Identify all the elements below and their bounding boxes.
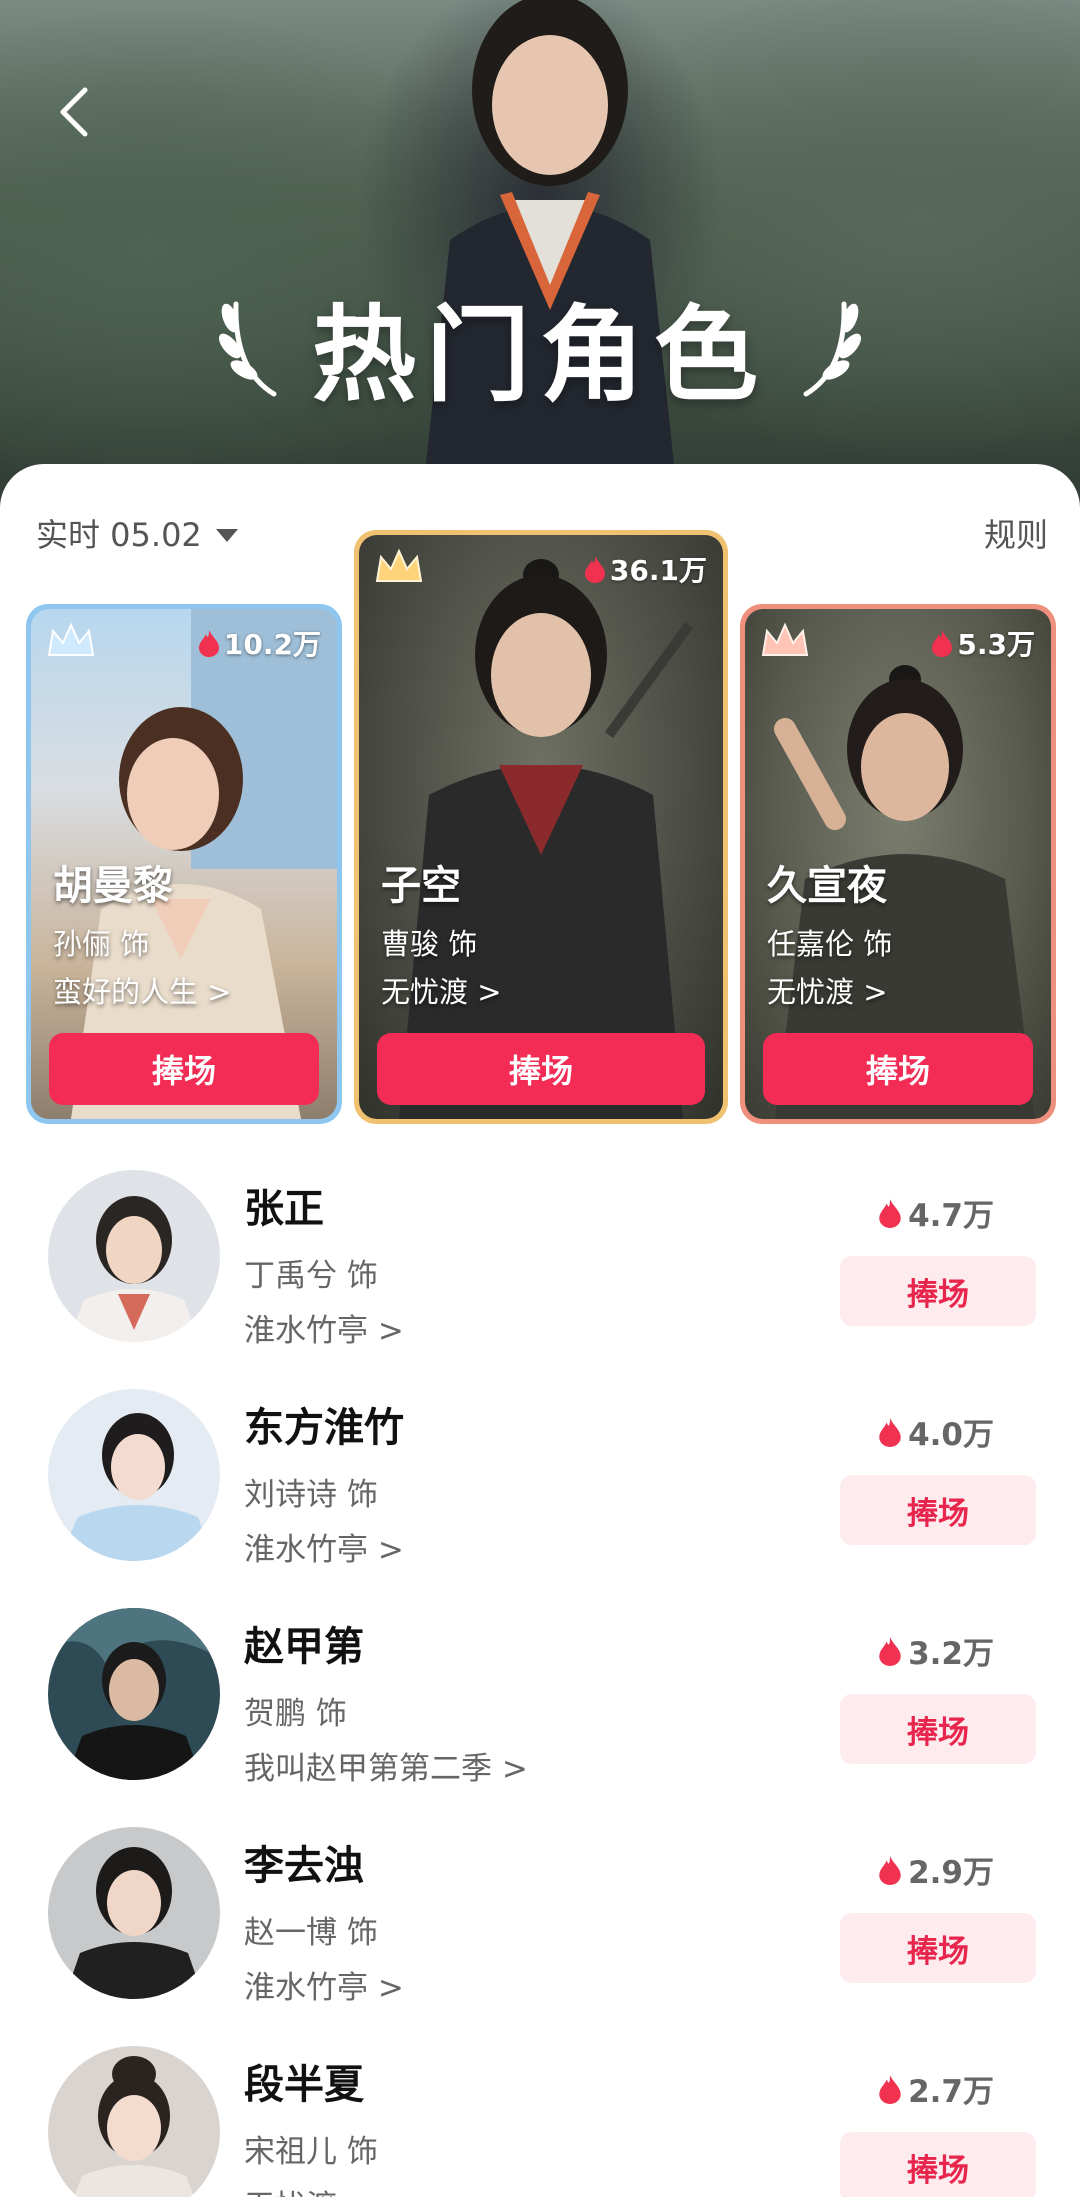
cheer-button[interactable]: 捧场 (840, 1256, 1036, 1326)
heat-count: 2.9万 (878, 1847, 994, 1892)
flame-icon (879, 1855, 901, 1885)
show-link[interactable]: 淮水竹亭 > (244, 1524, 404, 1569)
show-link[interactable]: 无忧渡 > (244, 2181, 378, 2197)
flame-icon (584, 556, 605, 583)
flame-icon (879, 2074, 901, 2104)
heat-count: 3.2万 (878, 1628, 994, 1673)
character-name: 段半夏 (244, 2062, 364, 2108)
rules-link[interactable]: 规则 (984, 510, 1048, 556)
flame-icon (932, 630, 953, 657)
avatar (48, 1389, 220, 1561)
character-name: 赵甲第 (244, 1624, 364, 1670)
actor-name: 曹骏 饰 (381, 927, 478, 961)
character-name: 张正 (244, 1186, 324, 1232)
flame-icon (879, 1636, 901, 1666)
actor-name: 任嘉伦 饰 (767, 927, 893, 961)
crown-icon (761, 622, 809, 656)
flame-icon (198, 630, 219, 657)
ranking-panel: 实时 05.02 规则 10.2万 胡曼黎 孙俪 饰 蛮好的人生 > 捧场 36… (0, 464, 1080, 2197)
list-item-info: 张正 丁禹兮 饰 淮水竹亭 > (244, 1176, 404, 1350)
card-info: 子空 曹骏 饰 无忧渡 > (381, 853, 502, 1011)
show-link[interactable]: 我叫赵甲第第二季 > (244, 1743, 528, 1788)
avatar (48, 1608, 220, 1780)
chevron-left-icon (60, 87, 88, 137)
cheer-button[interactable]: 捧场 (840, 1913, 1036, 1983)
date-filter-dropdown[interactable]: 实时 05.02 (36, 510, 238, 556)
top-card-rank-2[interactable]: 10.2万 胡曼黎 孙俪 饰 蛮好的人生 > 捧场 (26, 604, 342, 1124)
actor-name: 丁禹兮 饰 (244, 1258, 378, 1294)
show-link[interactable]: 无忧渡 > (767, 969, 892, 1011)
character-name: 子空 (381, 863, 461, 909)
laurel-right-icon (803, 301, 862, 397)
cheer-button[interactable]: 捧场 (49, 1033, 319, 1105)
actor-name: 刘诗诗 饰 (244, 1477, 378, 1513)
list-item-info: 赵甲第 贺鹏 饰 我叫赵甲第第二季 > (244, 1614, 528, 1788)
character-name: 久宣夜 (767, 863, 887, 909)
hero-banner: 热门角色 (0, 0, 1080, 520)
date-filter-label: 实时 05.02 (36, 516, 202, 554)
list-item-info: 东方淮竹 刘诗诗 饰 淮水竹亭 > (244, 1395, 404, 1569)
heat-count: 5.3万 (931, 623, 1035, 663)
character-name: 胡曼黎 (53, 863, 173, 909)
actor-name: 赵一博 饰 (244, 1915, 378, 1951)
cheer-button[interactable]: 捧场 (840, 1475, 1036, 1545)
card-image-frame: 10.2万 胡曼黎 孙俪 饰 蛮好的人生 > 捧场 (31, 609, 337, 1119)
ranking-list: 张正 丁禹兮 饰 淮水竹亭 > 4.7万 捧场 东方淮竹 刘诗诗 饰 淮水竹亭 … (0, 1164, 1080, 2197)
list-item-info: 段半夏 宋祖儿 饰 无忧渡 > (244, 2052, 378, 2197)
list-item-info: 李去浊 赵一博 饰 淮水竹亭 > (244, 1833, 404, 2007)
show-link[interactable]: 淮水竹亭 > (244, 1305, 404, 1350)
back-button[interactable] (52, 82, 96, 142)
list-item[interactable]: 张正 丁禹兮 饰 淮水竹亭 > 4.7万 捧场 (0, 1164, 1080, 1383)
flame-icon (879, 1417, 901, 1447)
character-name: 李去浊 (244, 1843, 364, 1889)
heat-count: 36.1万 (584, 549, 707, 589)
card-info: 胡曼黎 孙俪 饰 蛮好的人生 > (53, 853, 232, 1011)
list-item[interactable]: 东方淮竹 刘诗诗 饰 淮水竹亭 > 4.0万 捧场 (0, 1383, 1080, 1602)
list-item[interactable]: 李去浊 赵一博 饰 淮水竹亭 > 2.9万 捧场 (0, 1821, 1080, 2040)
card-image-frame: 5.3万 久宣夜 任嘉伦 饰 无忧渡 > 捧场 (745, 609, 1051, 1119)
heat-count: 2.7万 (878, 2066, 994, 2111)
heat-count: 4.0万 (878, 1409, 994, 1454)
actor-name: 宋祖儿 饰 (244, 2134, 378, 2170)
hero-character-image (420, 0, 680, 520)
show-link[interactable]: 蛮好的人生 > (53, 969, 232, 1011)
actor-name: 孙俪 饰 (53, 927, 150, 961)
cheer-button[interactable]: 捧场 (377, 1033, 705, 1105)
avatar (48, 2046, 220, 2197)
heat-count: 10.2万 (198, 623, 321, 663)
flame-icon (879, 1198, 901, 1228)
list-item[interactable]: 赵甲第 贺鹏 饰 我叫赵甲第第二季 > 3.2万 捧场 (0, 1602, 1080, 1821)
actor-name: 贺鹏 饰 (244, 1696, 347, 1732)
avatar (48, 1827, 220, 1999)
crown-icon (375, 548, 423, 582)
character-portrait (399, 559, 694, 1119)
heat-count: 4.7万 (878, 1190, 994, 1235)
page-title: 热门角色 (311, 293, 768, 416)
crown-icon (47, 622, 95, 656)
card-info: 久宣夜 任嘉伦 饰 无忧渡 > (767, 853, 892, 1011)
top-card-rank-1[interactable]: 36.1万 子空 曹骏 饰 无忧渡 > 捧场 (354, 530, 728, 1124)
character-name: 东方淮竹 (244, 1405, 404, 1451)
show-link[interactable]: 淮水竹亭 > (244, 1962, 404, 2007)
caret-down-icon (215, 528, 238, 542)
hero-title-wrap: 热门角色 (0, 280, 1080, 416)
top-card-rank-3[interactable]: 5.3万 久宣夜 任嘉伦 饰 无忧渡 > 捧场 (740, 604, 1056, 1124)
cheer-button[interactable]: 捧场 (840, 1694, 1036, 1764)
show-link[interactable]: 无忧渡 > (381, 969, 502, 1011)
avatar (48, 1170, 220, 1342)
cheer-button[interactable]: 捧场 (763, 1033, 1033, 1105)
card-image-frame: 36.1万 子空 曹骏 饰 无忧渡 > 捧场 (359, 535, 723, 1119)
list-item[interactable]: 段半夏 宋祖儿 饰 无忧渡 > 2.7万 捧场 (0, 2040, 1080, 2197)
laurel-left-icon (218, 301, 277, 397)
cheer-button[interactable]: 捧场 (840, 2132, 1036, 2197)
